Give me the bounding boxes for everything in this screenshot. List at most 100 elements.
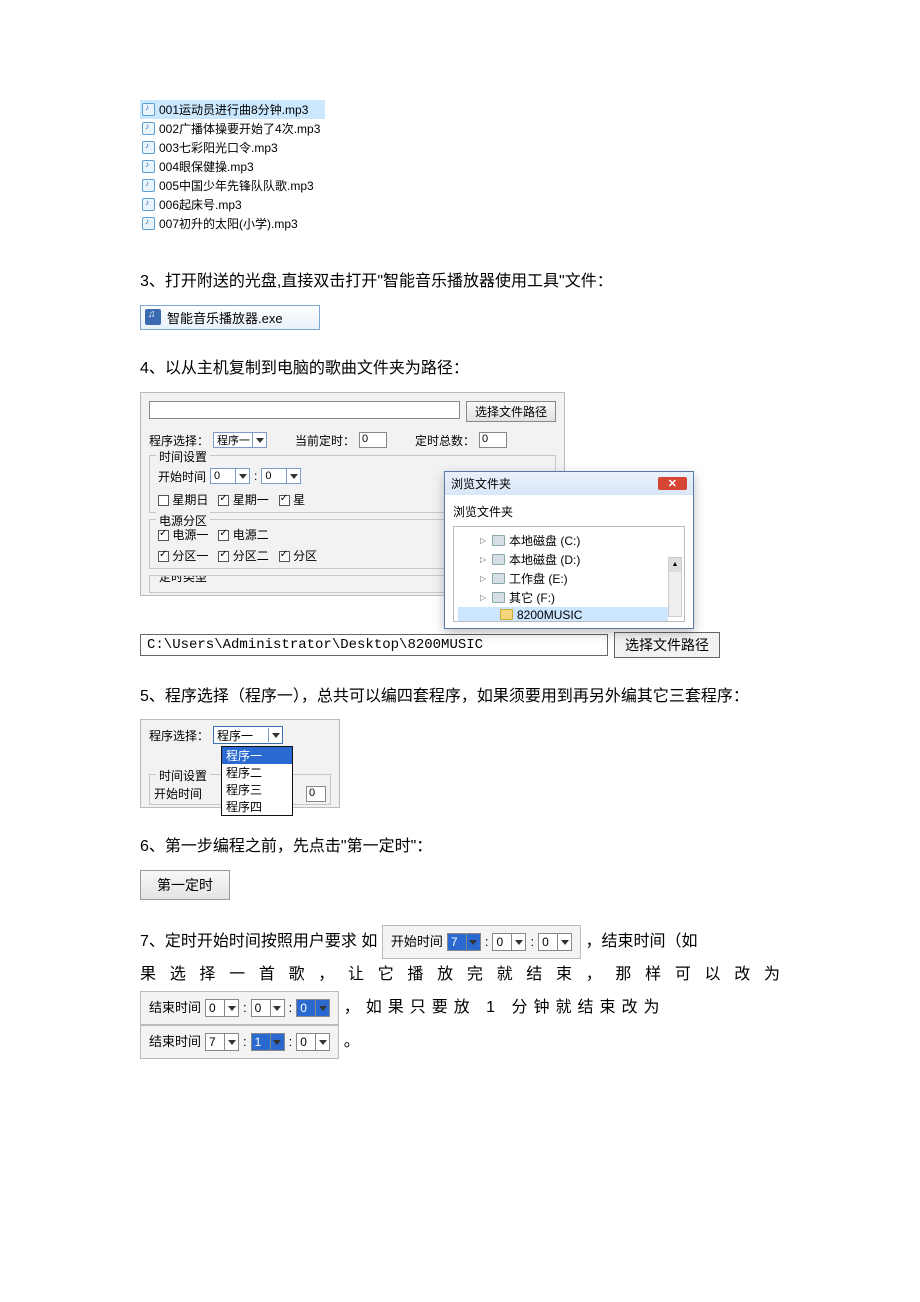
tree-item-selected[interactable]: 8200MUSIC [458,607,668,622]
power-group-label: 电源分区 [156,512,210,529]
program-select[interactable]: 程序一 [213,432,267,448]
path-input[interactable] [149,401,460,419]
list-item[interactable]: 002广播体操要开始了4次.mp3 [140,119,325,138]
zone1-checkbox[interactable] [158,551,169,562]
chevron-down-icon [315,1000,329,1016]
zone1-label: 分区一 [172,549,208,563]
dialog-caption: 浏览文件夹 [453,501,685,526]
audio-file-icon [142,179,155,192]
list-item[interactable]: 005中国少年先锋队队歌.mp3 [140,176,325,195]
list-item[interactable]: 004眼保健操.mp3 [140,157,325,176]
audio-file-icon [142,103,155,116]
drive-label: 本地磁盘 (C:) [509,532,580,549]
path-value[interactable]: C:\Users\Administrator\Desktop\8200MUSIC [140,634,608,656]
drive-icon [492,535,505,546]
period: 。 [344,1033,360,1050]
list-item[interactable]: 001运动员进行曲8分钟.mp3 [140,100,325,119]
drive-label: 本地磁盘 (D:) [509,551,580,568]
step7-text-b: ，结束时间（如 [586,933,698,950]
drive-label: 其它 (F:) [509,589,555,606]
monday-checkbox[interactable] [218,495,229,506]
step5-text: 5、程序选择（程序一），总共可以编四套程序，如果须要用到再另外编其它三套程序： [140,683,780,712]
chevron-down-icon [315,1034,329,1050]
second-select[interactable]: 0 [538,933,572,951]
colon: : [243,995,247,1021]
chevron-down-icon [557,934,571,950]
dropdown-option[interactable]: 程序一 [222,747,292,764]
dropdown-option[interactable]: 程序四 [222,798,292,815]
audio-file-icon [142,217,155,230]
scrollbar[interactable]: ▲ [668,557,682,617]
chevron-down-icon [286,469,300,483]
file-name: 002广播体操要开始了4次.mp3 [159,120,320,137]
minute-select[interactable]: 0 [251,999,285,1017]
chevron-down-icon [235,469,249,483]
file-name: 006起床号.mp3 [159,196,242,213]
start-min-select[interactable]: 0 [261,468,301,484]
power1-checkbox[interactable] [158,530,169,541]
scroll-up-icon[interactable]: ▲ [669,558,681,572]
step4-text: 4、以从主机复制到电脑的歌曲文件夹为路径： [140,355,780,384]
exe-file[interactable]: 智能音乐播放器.exe [140,305,320,330]
minute-value: 1 [255,1030,262,1054]
drive-icon [492,592,505,603]
dropdown-option[interactable]: 程序二 [222,764,292,781]
start-time-label: 开始时间 [158,468,206,485]
close-icon[interactable]: ✕ [658,477,687,490]
minute-select[interactable]: 0 [492,933,526,951]
dropdown-option[interactable]: 程序三 [222,781,292,798]
tree-item[interactable]: ▷工作盘 (E:) [458,569,668,588]
list-item[interactable]: 006起床号.mp3 [140,195,325,214]
total-timer-label: 定时总数： [415,432,475,449]
program-select[interactable]: 程序一 [213,726,283,744]
current-timer-input[interactable]: 0 [359,432,387,448]
weekday-label-cut: 星 [293,493,305,507]
total-timer-input[interactable]: 0 [479,432,507,448]
list-item[interactable]: 007初升的太阳(小学).mp3 [140,214,325,233]
chevron-down-icon [268,728,282,742]
sunday-checkbox[interactable] [158,495,169,506]
tree-item[interactable]: ▷其它 (F:) [458,588,668,607]
second-value: 0 [542,930,549,954]
chevron-down-icon [270,1034,284,1050]
hour-select[interactable]: 7 [447,933,481,951]
mp3-file-list: 001运动员进行曲8分钟.mp3 002广播体操要开始了4次.mp3 003七彩… [140,100,325,233]
hour-value: 7 [209,1030,216,1054]
time-group-label: 时间设置 [156,767,210,784]
file-name: 007初升的太阳(小学).mp3 [159,215,298,232]
select-path-button[interactable]: 选择文件路径 [466,401,556,422]
first-timer-button[interactable]: 第一定时 [140,870,230,900]
hour-select[interactable]: 0 [205,999,239,1017]
end-time-widget-2: 结束时间 7 : 1 : 0 [140,1025,339,1059]
power2-checkbox[interactable] [218,530,229,541]
colon: : [289,1029,293,1055]
browse-folder-dialog: 浏览文件夹 ✕ 浏览文件夹 ▷本地磁盘 (C:) ▷本地磁盘 (D:) ▷工作盘… [444,471,694,629]
zone3-checkbox[interactable] [279,551,290,562]
start-hour-select[interactable]: 0 [210,468,250,484]
start-time-value[interactable]: 0 [306,786,326,802]
weekday-checkbox[interactable] [279,495,290,506]
tree-item[interactable]: ▷本地磁盘 (D:) [458,550,668,569]
hour-select[interactable]: 7 [205,1033,239,1051]
sunday-label: 星期日 [172,493,208,507]
zone3-label: 分区 [293,549,317,563]
hour-value: 0 [209,996,216,1020]
colon: : [289,995,293,1021]
chevron-down-icon [224,1000,238,1016]
second-select[interactable]: 0 [296,1033,330,1051]
program-select-value: 程序一 [217,727,253,744]
tree-item[interactable]: ▷本地磁盘 (C:) [458,531,668,550]
second-select[interactable]: 0 [296,999,330,1017]
minute-select[interactable]: 1 [251,1033,285,1051]
audio-file-icon [142,122,155,135]
program-select-label: 程序选择： [149,727,209,744]
start-min-value: 0 [265,470,271,482]
list-item[interactable]: 003七彩阳光口令.mp3 [140,138,325,157]
zone2-checkbox[interactable] [218,551,229,562]
current-timer-label: 当前定时： [295,432,355,449]
folder-icon [500,609,513,620]
chevron-down-icon [466,934,480,950]
chevron-down-icon [252,433,266,447]
chevron-down-icon [511,934,525,950]
select-path-button[interactable]: 选择文件路径 [614,632,720,658]
